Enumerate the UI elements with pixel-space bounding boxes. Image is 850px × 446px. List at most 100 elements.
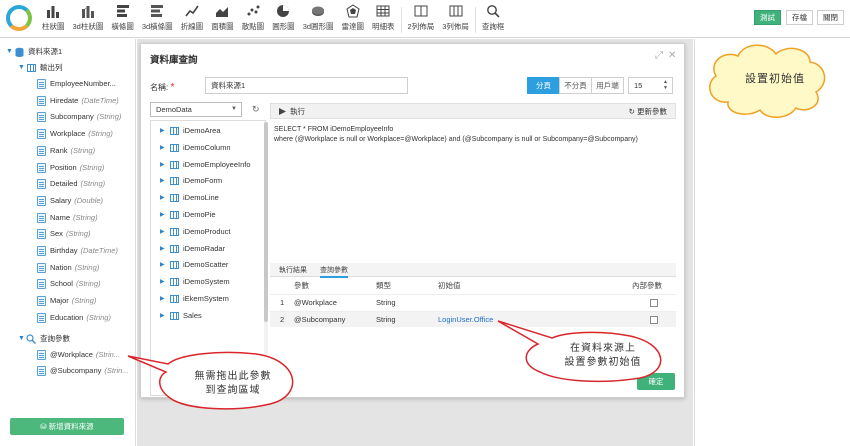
tool-3d-pie-chart[interactable]: 3d圓形圖 <box>299 2 338 36</box>
update-params-button[interactable]: ↻ 更新參數 <box>629 106 667 117</box>
tool-scatter-chart[interactable]: 散點圖 <box>238 2 269 36</box>
tool-pie-chart[interactable]: 圓形圖 <box>268 2 299 36</box>
maximize-icon[interactable]: ⤢ <box>655 50 663 61</box>
table-list-item[interactable]: ▶ iDemoArea <box>160 123 221 139</box>
tree-field-item[interactable]: Workplace (String) <box>36 126 113 142</box>
name-input[interactable]: 資料來源1 <box>205 77 408 94</box>
tab-query-params[interactable]: 查詢參數 <box>320 265 348 278</box>
table-list-scrollbar[interactable] <box>264 122 268 392</box>
table-list-item[interactable]: ▶ iEkemSystem <box>160 291 229 307</box>
dialog-title: 資料庫查詢 <box>150 55 198 66</box>
caret-right-icon[interactable]: ▶ <box>160 157 170 173</box>
scrollbar-thumb[interactable] <box>264 122 268 322</box>
caret-right-icon[interactable]: ▶ <box>160 274 170 290</box>
tool-bar-chart[interactable]: 柱狀圖 <box>38 2 69 36</box>
tree-field-item[interactable]: Education (String) <box>36 310 111 326</box>
close-icon[interactable]: ✕ <box>668 50 676 61</box>
tree-field-item[interactable]: Detailed (String) <box>36 176 105 192</box>
tree-field-item[interactable]: EmployeeNumber... <box>36 76 119 92</box>
caret-right-icon[interactable]: ▶ <box>160 140 170 156</box>
table-list-item[interactable]: ▶ iDemoColumn <box>160 140 231 156</box>
caret-right-icon[interactable]: ▶ <box>160 308 170 324</box>
tool-detail-table[interactable]: 明細表 <box>368 2 399 36</box>
initial-value-cell[interactable]: LoginUser.Office <box>438 312 493 328</box>
tree-field-item[interactable]: Hiredate (DateTime) <box>36 93 119 109</box>
stepper-arrows-icon[interactable]: ▲ ▼ <box>663 79 668 91</box>
grid-icon <box>26 63 36 73</box>
tool-3d-horizontal-bar[interactable]: 3d橫條圖 <box>138 2 177 36</box>
table-list-item[interactable]: ▶ iDemoRadar <box>160 241 225 257</box>
caret-right-icon[interactable]: ▶ <box>160 257 170 273</box>
tree-param-group[interactable]: ▼ 查詢參數 <box>18 331 70 347</box>
caret-right-icon[interactable]: ▶ <box>160 224 170 240</box>
table-list-item[interactable]: ▶ iDemoProduct <box>160 224 231 240</box>
table-list-item[interactable]: ▶ iDemoLine <box>160 190 219 206</box>
paging-option-paged[interactable]: 分頁 <box>527 77 560 94</box>
sql-text[interactable]: SELECT * FROM iDemoEmployeeInfo where (@… <box>274 125 638 145</box>
tool-area-chart[interactable]: 面積圖 <box>207 2 238 36</box>
ok-button[interactable]: 確定 <box>637 373 675 390</box>
tool-radar-chart[interactable]: 雷達圖 <box>338 2 369 36</box>
required-mark: * <box>170 82 175 93</box>
tree-field-item[interactable]: Subcompany (String) <box>36 109 121 125</box>
new-datasource-button[interactable]: ⛁ 新增資料來源 <box>10 418 124 435</box>
tool-two-column-layout[interactable]: 2列佈局 <box>404 2 439 36</box>
tool-search-box[interactable]: 查詢框 <box>478 2 509 36</box>
paging-option-no-paging[interactable]: 不分頁 <box>559 77 592 94</box>
field-icon <box>36 195 46 206</box>
tree-field-item[interactable]: Birthday (DateTime) <box>36 243 118 259</box>
field-icon <box>36 262 46 273</box>
tool-line-chart[interactable]: 折線圖 <box>177 2 208 36</box>
table-icon <box>170 211 179 219</box>
caret-right-icon[interactable]: ▶ <box>160 241 170 257</box>
two-column-layout-icon <box>414 3 428 18</box>
table-icon <box>170 160 179 169</box>
table-list-item[interactable]: ▶ iDemoSystem <box>160 274 230 290</box>
save-button[interactable]: 存檔 <box>786 10 813 25</box>
internal-param-checkbox[interactable] <box>650 316 658 324</box>
database-select[interactable]: DemoData ▼ <box>150 102 242 117</box>
table-icon <box>170 177 179 186</box>
tree-field-item[interactable]: Salary (Double) <box>36 193 103 209</box>
datasource-panel: ▼ 資料來源1 ▼ 輸出列 EmployeeNumber... Hiredate(… <box>0 39 136 446</box>
tree-field-item[interactable]: Nation (String) <box>36 260 99 276</box>
table-list-item[interactable]: ▶ iDemoPie <box>160 207 216 223</box>
tree-param-item[interactable]: @Subcompany (Strin... <box>36 363 129 379</box>
table-icon <box>170 311 179 320</box>
table-list-item[interactable]: ▶ iDemoEmployeeInfo <box>160 157 251 173</box>
table-list-item[interactable]: ▶ iDemoForm <box>160 173 222 189</box>
table-list-item[interactable]: ▶ Sales <box>160 308 202 324</box>
caret-right-icon[interactable]: ▶ <box>160 291 170 307</box>
tool-horizontal-bar[interactable]: 橫條圖 <box>107 2 138 36</box>
tree-param-item[interactable]: @Workplace (Strin... <box>36 347 120 363</box>
tree-root[interactable]: ▼ 資料來源1 <box>6 44 62 60</box>
tool-three-column-layout[interactable]: 3列佈局 <box>438 2 473 36</box>
tree-output-group[interactable]: ▼ 輸出列 <box>18 60 63 76</box>
tree-field-item[interactable]: Rank (String) <box>36 143 95 159</box>
field-icon <box>36 162 46 173</box>
tool-3d-bar-chart[interactable]: 3d柱狀圖 <box>69 2 108 36</box>
caret-right-icon[interactable]: ▶ <box>160 207 170 223</box>
tree-field-item[interactable]: Sex (String) <box>36 226 91 242</box>
field-icon <box>36 312 46 323</box>
tab-results[interactable]: 執行結果 <box>279 265 307 275</box>
paging-option-client[interactable]: 用戶端 <box>591 77 624 94</box>
toolbar-divider <box>474 7 476 33</box>
caret-right-icon[interactable]: ▶ <box>160 123 170 139</box>
col-initial: 初始值 <box>438 281 461 290</box>
close-button[interactable]: 關閉 <box>817 10 844 25</box>
table-row[interactable]: 2 @Subcompany String LoginUser.Office <box>270 311 676 327</box>
caret-right-icon[interactable]: ▶ <box>160 190 170 206</box>
tree-field-item[interactable]: School (String) <box>36 276 101 292</box>
page-size-stepper[interactable]: 15 ▲ ▼ <box>628 77 673 94</box>
test-button[interactable]: 測試 <box>754 10 781 25</box>
tree-field-item[interactable]: Position (String) <box>36 160 104 176</box>
refresh-icon[interactable]: ↻ <box>252 104 260 115</box>
tree-field-item[interactable]: Major (String) <box>36 293 96 309</box>
run-button[interactable]: 執行 <box>279 106 305 117</box>
internal-param-checkbox[interactable] <box>650 299 658 307</box>
table-row[interactable]: 1 @Workplace String <box>270 294 676 310</box>
caret-right-icon[interactable]: ▶ <box>160 173 170 189</box>
tree-field-item[interactable]: Name (String) <box>36 210 98 226</box>
table-list-item[interactable]: ▶ iDemoScatter <box>160 257 228 273</box>
